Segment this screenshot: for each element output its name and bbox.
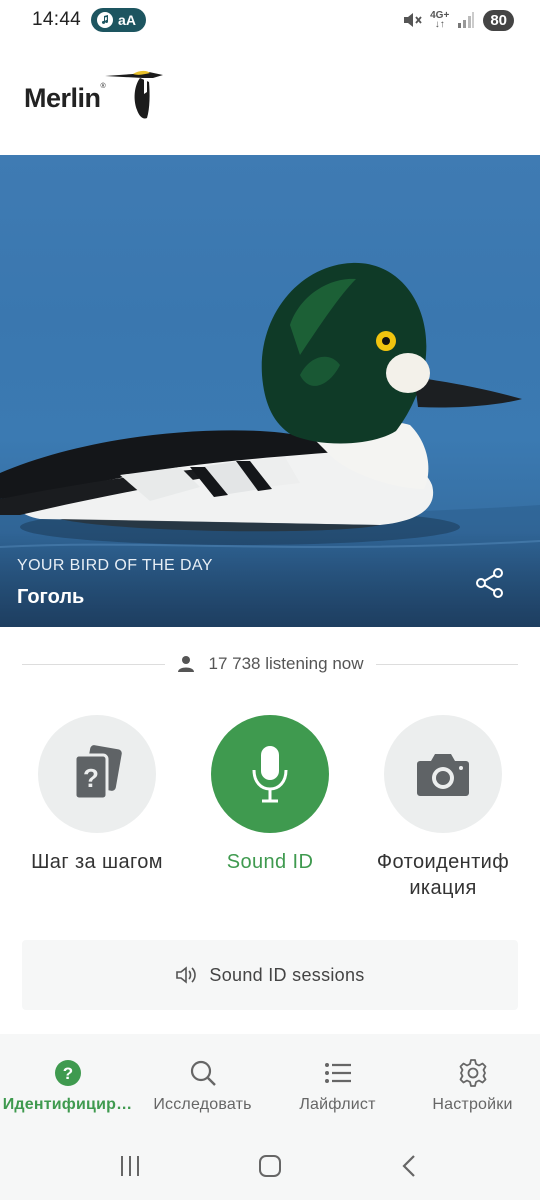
listening-now-row: 17 738 listening now bbox=[22, 648, 519, 680]
person-icon bbox=[177, 656, 194, 672]
logo-bird-icon bbox=[105, 70, 164, 119]
share-icon bbox=[476, 568, 503, 598]
back-button[interactable] bbox=[380, 1146, 440, 1186]
svg-text:?: ? bbox=[83, 763, 99, 793]
listening-now-text: 17 738 listening now bbox=[208, 654, 364, 673]
hero-caption-overlay bbox=[0, 532, 540, 627]
speaker-icon bbox=[176, 966, 197, 984]
sound-id-circle bbox=[211, 715, 329, 833]
svg-text:?: ? bbox=[62, 1064, 72, 1083]
nav-identify-label: Идентифицир… bbox=[2, 1096, 133, 1113]
bird-of-the-day-card[interactable]: YOUR BIRD OF THE DAY Гоголь bbox=[0, 155, 540, 627]
bird-of-the-day-label: YOUR BIRD OF THE DAY bbox=[17, 557, 213, 574]
sound-id-button[interactable]: Sound ID bbox=[190, 715, 350, 875]
nav-settings[interactable]: Настройки bbox=[405, 1034, 540, 1132]
question-circle-icon: ? bbox=[53, 1058, 83, 1088]
sound-id-label: Sound ID bbox=[226, 851, 314, 873]
nav-lifelist-label: Лайфлист bbox=[299, 1096, 376, 1113]
search-icon bbox=[188, 1058, 218, 1088]
divider-left bbox=[22, 663, 165, 665]
home-icon bbox=[259, 1155, 281, 1177]
merlin-logo: Merlin® bbox=[24, 70, 165, 122]
screen: 14:44 aA 4G+ ↓↑ 80 Merlin® YOUR BIRD OF … bbox=[0, 0, 540, 1200]
system-navigation-bar bbox=[0, 1132, 540, 1200]
photo-id-label: Фотоидентиф икация bbox=[376, 851, 510, 899]
home-button[interactable] bbox=[240, 1146, 300, 1186]
nav-lifelist[interactable]: Лайфлист bbox=[270, 1034, 405, 1132]
status-bar: 14:44 aA 4G+ ↓↑ 80 bbox=[0, 0, 540, 40]
step-by-step-circle: ? bbox=[38, 715, 156, 833]
step-by-step-label: Шаг за шагом bbox=[31, 851, 163, 873]
nav-explore-label: Исследовать bbox=[153, 1096, 252, 1113]
app-header: Merlin® bbox=[0, 40, 540, 155]
sound-id-sessions-button[interactable]: Sound ID sessions bbox=[22, 940, 518, 1010]
signal-icon bbox=[458, 12, 475, 28]
media-pill[interactable]: aA bbox=[91, 8, 146, 32]
nav-identify[interactable]: ? Идентифицир… bbox=[0, 1034, 135, 1132]
divider-right bbox=[375, 663, 519, 665]
step-by-step-button[interactable]: ? Шаг за шагом bbox=[17, 715, 177, 875]
photo-id-button[interactable]: Фотоидентиф икация bbox=[363, 715, 523, 901]
nav-settings-label: Настройки bbox=[432, 1096, 513, 1113]
status-icons: 4G+ ↓↑ 80 bbox=[402, 9, 514, 31]
bird-of-the-day-name: Гоголь bbox=[17, 586, 85, 608]
camera-icon bbox=[417, 754, 469, 796]
recent-apps-icon bbox=[121, 1156, 139, 1176]
gear-icon bbox=[458, 1058, 488, 1088]
list-icon bbox=[323, 1058, 353, 1088]
share-button[interactable] bbox=[470, 563, 510, 603]
network-type: 4G+ ↓↑ bbox=[430, 10, 450, 30]
listening-now: 17 738 listening now bbox=[165, 654, 376, 674]
mute-icon bbox=[404, 13, 422, 27]
nav-explore[interactable]: Исследовать bbox=[135, 1034, 270, 1132]
logo-wordmark: Merlin® bbox=[24, 83, 106, 113]
photo-id-circle bbox=[384, 715, 502, 833]
recent-apps-button[interactable] bbox=[100, 1146, 160, 1186]
status-time: 14:44 bbox=[32, 9, 82, 30]
question-cards-icon: ? bbox=[73, 745, 122, 801]
music-note-icon bbox=[97, 12, 114, 28]
microphone-icon bbox=[252, 746, 288, 803]
bottom-navigation: ? Идентифицир… Исследовать Лайфлист Наст… bbox=[0, 1034, 540, 1132]
sound-id-sessions-label: Sound ID sessions bbox=[209, 964, 365, 985]
media-pill-label: aA bbox=[118, 12, 136, 28]
battery-level: 80 bbox=[483, 9, 514, 31]
back-icon bbox=[402, 1155, 415, 1177]
